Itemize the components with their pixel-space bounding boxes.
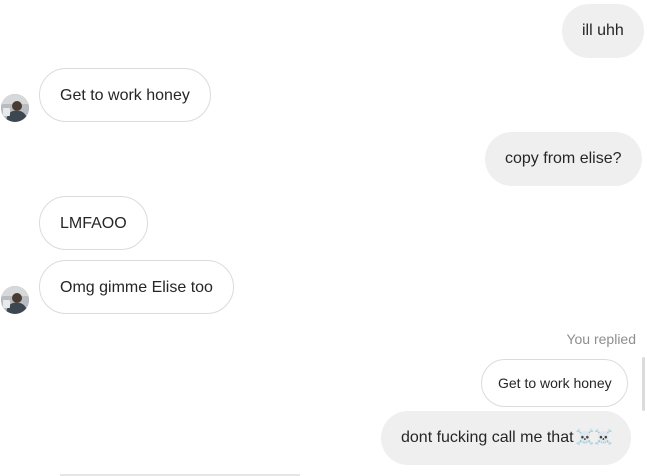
- message-text: Get to work honey: [60, 87, 190, 104]
- message-bubble-outgoing[interactable]: copy from elise?: [485, 132, 642, 186]
- message-text: LMFAOO: [60, 215, 127, 232]
- message-bubble-incoming[interactable]: Omg gimme Elise too: [39, 260, 234, 314]
- message-text: ill uhh: [582, 22, 624, 39]
- avatar[interactable]: [1, 94, 29, 122]
- message-text: Omg gimme Elise too: [60, 279, 213, 296]
- message-text: copy from elise?: [505, 150, 622, 167]
- message-bubble-incoming[interactable]: LMFAOO: [39, 196, 148, 250]
- message-bubble-incoming[interactable]: Get to work honey: [39, 68, 211, 122]
- avatar-photo-icon: [1, 94, 29, 122]
- message-bubble-outgoing[interactable]: dont fucking call me that ☠️☠️: [381, 411, 631, 465]
- quoted-message[interactable]: Get to work honey: [481, 359, 628, 407]
- message-text: dont fucking call me that: [401, 429, 574, 446]
- quoted-message-text: Get to work honey: [498, 375, 612, 391]
- avatar[interactable]: [1, 286, 29, 314]
- reply-label: You replied: [566, 331, 636, 347]
- reply-indicator-bar: [642, 357, 645, 411]
- message-bubble-outgoing[interactable]: ill uhh: [562, 4, 644, 58]
- avatar-photo-icon: [1, 286, 29, 314]
- skull-crossbones-icon: ☠️☠️: [575, 429, 613, 446]
